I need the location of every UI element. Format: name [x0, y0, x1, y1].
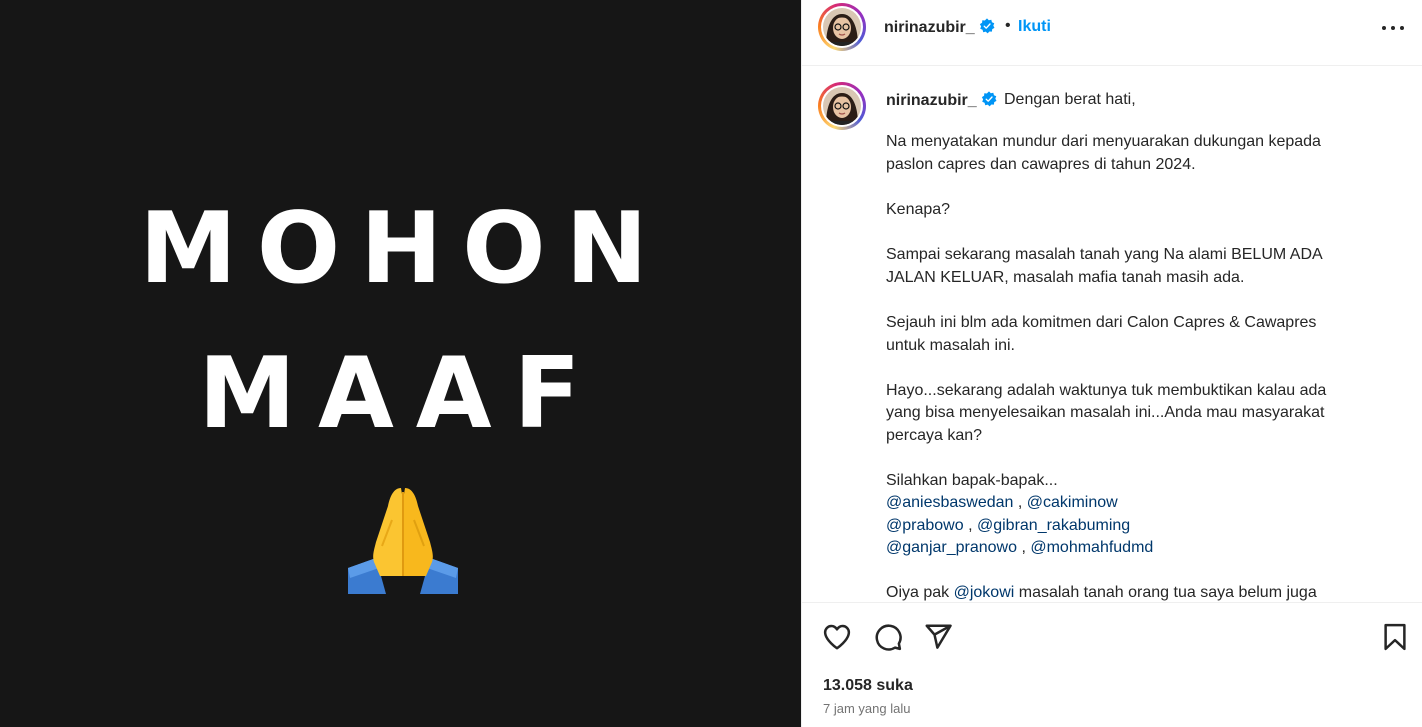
caption-line: untuk masalah ini.	[886, 337, 1015, 354]
caption-username[interactable]: nirinazubir_	[886, 91, 997, 110]
post-detail-panel: nirinazubir_ • Ikuti nirinazubir_ Dengan	[801, 0, 1422, 727]
caption-line: Hayo...sekarang adalah waktunya tuk memb…	[886, 382, 1327, 399]
mention-separator: ,	[1017, 539, 1031, 556]
caption-line: paslon capres dan cawapres di tahun 2024…	[886, 156, 1196, 173]
profile-photo-icon	[823, 8, 861, 46]
comment-icon[interactable]	[873, 622, 903, 652]
username-text[interactable]: nirinazubir_	[884, 19, 975, 36]
folded-hands-icon	[348, 488, 458, 594]
header-username[interactable]: nirinazubir_	[884, 18, 995, 37]
caption-line: Kenapa?	[886, 201, 951, 218]
caption-line: Sejauh ini blm ada komitmen dari Calon C…	[886, 314, 1317, 331]
mention-link[interactable]: @mohmahfudmd	[1030, 539, 1153, 556]
mention-link[interactable]: @gibran_rakabuming	[977, 517, 1130, 534]
caption-text: Oiya pak	[886, 584, 954, 601]
heart-icon[interactable]	[822, 622, 852, 652]
mention-link[interactable]: @cakiminow	[1027, 494, 1118, 511]
avatar[interactable]	[818, 3, 866, 51]
follow-button[interactable]: Ikuti	[1018, 18, 1051, 36]
profile-photo-icon	[823, 87, 861, 125]
separator-dot: •	[1005, 17, 1011, 34]
mention-link[interactable]: @jokowi	[954, 584, 1015, 601]
mention-line: @ganjar_pranowo , @mohmahfudmd	[886, 539, 1153, 557]
post-timestamp[interactable]: 7 jam yang lalu	[823, 701, 910, 716]
mention-line: @aniesbaswedan , @cakiminow	[886, 494, 1118, 512]
mention-separator: ,	[963, 517, 977, 534]
caption-line: Oiya pak @jokowi masalah tanah orang tua…	[886, 584, 1317, 602]
mention-separator: ,	[1013, 494, 1027, 511]
caption-line: Silahkan bapak-bapak...	[886, 472, 1058, 489]
caption-line: yang bisa menyelesaikan masalah ini...An…	[886, 404, 1325, 421]
share-icon[interactable]	[923, 622, 953, 652]
post-header: nirinazubir_ • Ikuti	[802, 0, 1422, 66]
post-image[interactable]: MOHON MAAF	[0, 0, 801, 727]
caption-line: JALAN KELUAR, masalah mafia tanah masih …	[886, 269, 1245, 286]
image-text-line-2: MAAF	[198, 337, 603, 451]
likes-count[interactable]: 13.058 suka	[823, 677, 913, 695]
avatar[interactable]	[818, 82, 866, 130]
caption-line: Sampai sekarang masalah tanah yang Na al…	[886, 246, 1323, 263]
username-text[interactable]: nirinazubir_	[886, 92, 977, 109]
mention-link[interactable]: @prabowo	[886, 517, 964, 534]
caption-line: percaya kan?	[886, 427, 983, 444]
post-actions-bar: 13.058 suka 7 jam yang lalu	[802, 602, 1422, 727]
more-options-icon[interactable]	[1380, 16, 1406, 38]
image-text-line-1: MOHON	[139, 192, 668, 306]
mention-link[interactable]: @ganjar_pranowo	[886, 539, 1017, 556]
bookmark-icon[interactable]	[1380, 622, 1410, 652]
mention-link[interactable]: @aniesbaswedan	[886, 494, 1013, 511]
mention-line: @prabowo , @gibran_rakabuming	[886, 517, 1130, 535]
caption-first-line: Dengan berat hati,	[1004, 91, 1136, 108]
verified-badge-icon	[979, 18, 995, 34]
caption-line: Na menyatakan mundur dari menyuarakan du…	[886, 133, 1321, 150]
comments-scroll-area[interactable]: nirinazubir_ Dengan berat hati, Na menya…	[802, 67, 1422, 602]
verified-badge-icon	[981, 91, 997, 107]
caption-text: masalah tanah orang tua saya belum juga	[1014, 584, 1317, 601]
